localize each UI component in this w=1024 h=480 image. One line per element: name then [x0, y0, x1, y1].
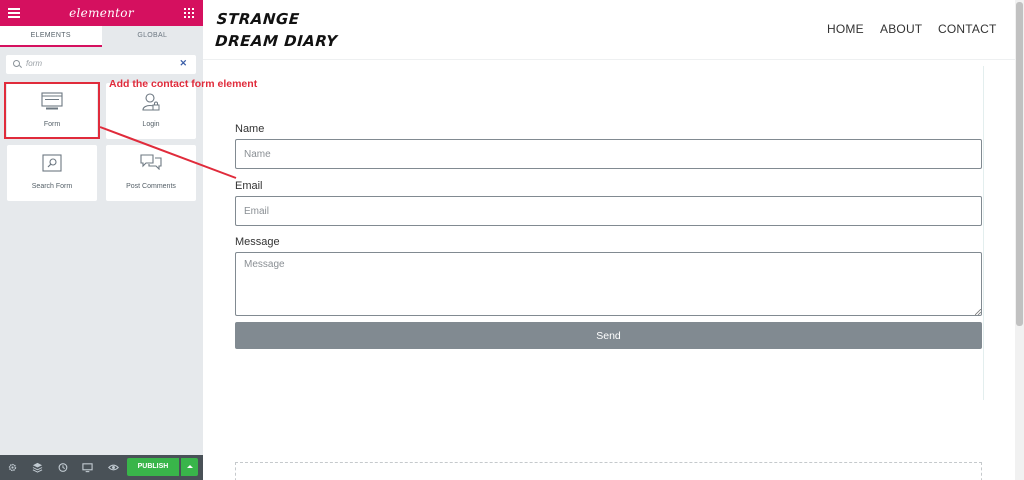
menu-icon[interactable] [8, 8, 20, 18]
history-icon[interactable] [57, 462, 68, 473]
logo-line: DREAM DIARY [214, 32, 339, 50]
publish-button[interactable]: PUBLISH [127, 458, 179, 476]
editor-window: elementor ELEMENTS GLOBAL form ✕ Form Lo… [0, 0, 1024, 480]
search-icon [13, 60, 20, 67]
email-field[interactable] [235, 196, 982, 226]
chevron-up-icon[interactable] [181, 458, 198, 476]
column-guide [983, 66, 984, 400]
tab-global[interactable]: GLOBAL [101, 26, 203, 47]
message-label: Message [235, 236, 280, 248]
responsive-icon[interactable] [82, 462, 93, 473]
nav-about[interactable]: ABOUT [880, 22, 922, 36]
email-label: Email [235, 180, 263, 192]
widget-login[interactable]: Login [106, 83, 196, 139]
widget-post-comments[interactable]: Post Comments [106, 145, 196, 201]
header-divider [203, 59, 1015, 60]
widget-label: Post Comments [126, 183, 176, 190]
login-icon [142, 93, 160, 111]
annotation-text: Add the contact form element [109, 78, 258, 90]
site-preview: STRANGE DREAM DIARY HOME ABOUT CONTACT N… [203, 0, 1024, 480]
annotation-highlight-box [4, 82, 100, 139]
nav-home[interactable]: HOME [827, 22, 864, 36]
widget-label: Search Form [31, 183, 73, 190]
close-icon[interactable]: ✕ [179, 58, 187, 69]
send-button[interactable]: Send [235, 322, 982, 349]
widget-search-form[interactable]: Search Form [7, 145, 97, 201]
resize-grip-icon[interactable] [975, 309, 981, 315]
settings-icon[interactable] [7, 462, 18, 473]
page-scrollbar[interactable] [1015, 0, 1024, 480]
widgets-grid-icon[interactable] [184, 8, 194, 18]
logo-line: STRANGE [216, 10, 301, 28]
site-logo[interactable]: STRANGE DREAM DIARY [214, 8, 339, 52]
widget-label: Login [142, 121, 160, 128]
navigator-icon[interactable] [32, 462, 43, 473]
search-query: form [26, 59, 42, 68]
add-section-dropzone[interactable] [235, 462, 982, 480]
preview-icon[interactable] [108, 462, 119, 473]
nav-contact[interactable]: CONTACT [938, 22, 997, 36]
message-field[interactable] [235, 252, 982, 316]
name-field[interactable] [235, 139, 982, 169]
brand-logo: elementor [69, 6, 134, 20]
post-comments-icon [140, 154, 162, 170]
name-label: Name [235, 123, 265, 135]
search-form-icon [42, 154, 62, 172]
widget-search-input[interactable]: form ✕ [6, 55, 196, 74]
panel-header: elementor [0, 0, 203, 26]
elementor-panel: elementor ELEMENTS GLOBAL form ✕ Form Lo… [0, 0, 203, 480]
tab-elements[interactable]: ELEMENTS [0, 26, 102, 47]
panel-tabs: ELEMENTS GLOBAL [0, 26, 203, 47]
scrollbar-thumb[interactable] [1016, 2, 1023, 326]
